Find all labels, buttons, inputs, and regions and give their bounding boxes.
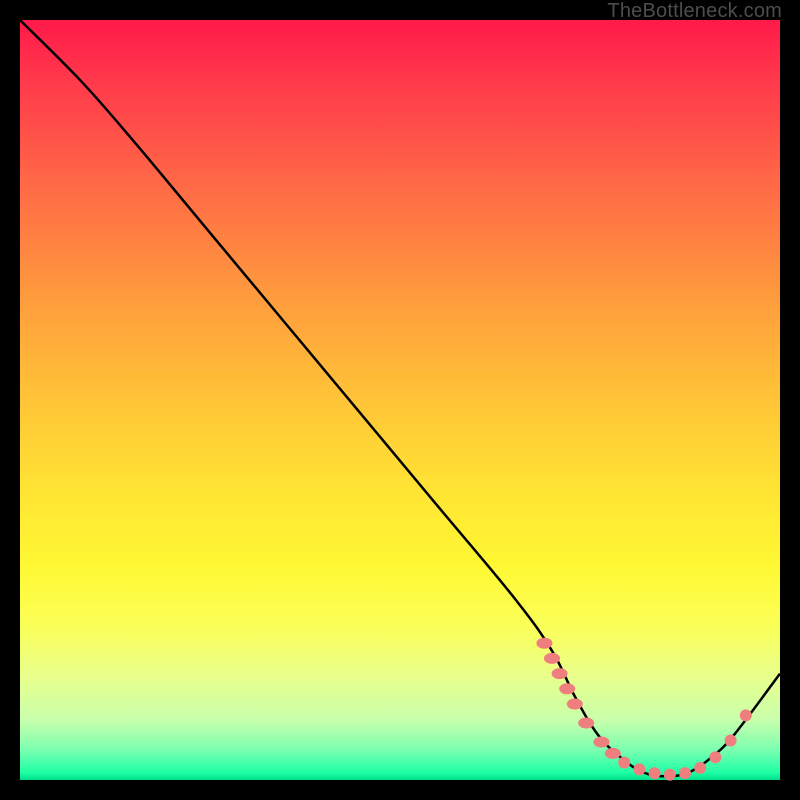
chart-marker xyxy=(578,718,594,729)
chart-marker xyxy=(544,653,560,664)
chart-marker xyxy=(559,683,575,694)
chart-frame: TheBottleneck.com xyxy=(0,0,800,800)
chart-marker xyxy=(709,751,721,763)
chart-marker xyxy=(567,699,583,710)
chart-marker xyxy=(605,748,621,759)
chart-marker xyxy=(740,709,752,721)
chart-markers xyxy=(536,638,751,781)
chart-marker xyxy=(664,769,676,781)
chart-marker xyxy=(593,737,609,748)
chart-marker xyxy=(679,767,691,779)
chart-svg xyxy=(20,20,780,780)
chart-marker xyxy=(725,734,737,746)
chart-curve xyxy=(20,20,780,776)
chart-marker xyxy=(536,638,552,649)
chart-marker xyxy=(633,763,645,775)
chart-marker xyxy=(618,757,630,769)
chart-marker xyxy=(694,762,706,774)
chart-marker xyxy=(649,767,661,779)
watermark-text: TheBottleneck.com xyxy=(607,0,782,23)
chart-marker xyxy=(552,668,568,679)
